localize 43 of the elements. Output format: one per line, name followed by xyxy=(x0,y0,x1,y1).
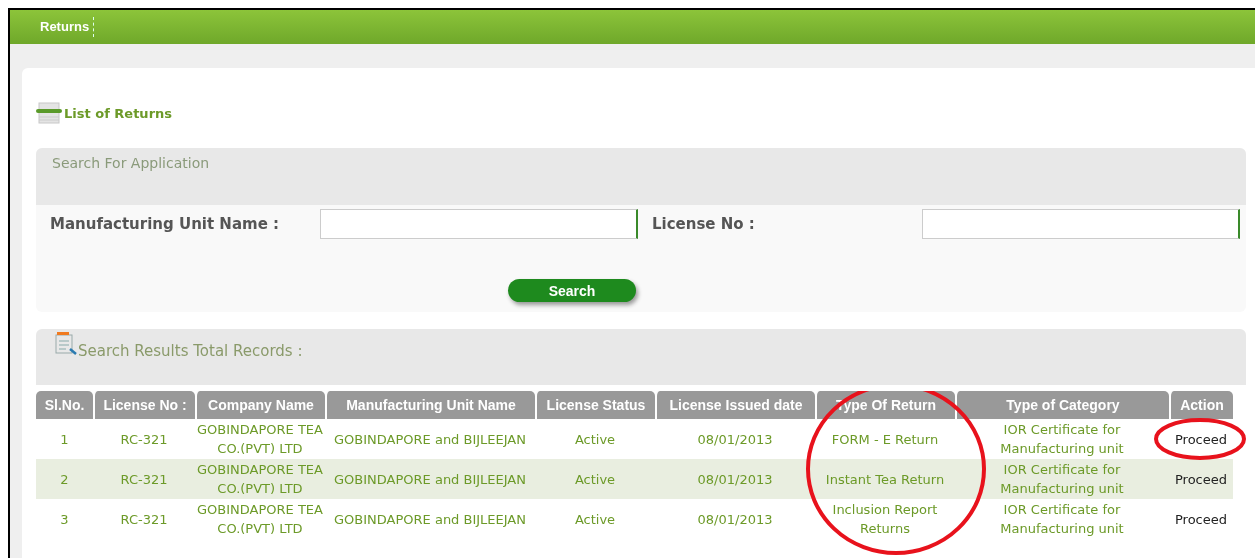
input-field[interactable] xyxy=(922,209,1240,239)
status-cell-text: Active xyxy=(573,430,617,449)
date-cell: 08/01/2013 xyxy=(655,459,815,499)
proceed-link[interactable]: Proceed xyxy=(1175,511,1227,527)
proceed-link[interactable]: Proceed xyxy=(1175,431,1227,447)
company-cell: GOBINDAPORE TEA CO.(PVT) LTD xyxy=(195,459,325,499)
date-cell-text: 08/01/2013 xyxy=(696,510,774,529)
license-cell: RC-321 xyxy=(93,459,195,499)
column-header: License Status xyxy=(535,391,655,419)
unit-cell: GOBINDAPORE and BIJLEEJAN xyxy=(325,459,535,499)
column-header: License Issued date xyxy=(655,391,815,419)
unit-cell-text: GOBINDAPORE and BIJLEEJAN xyxy=(333,510,527,529)
serial-cell-text: 3 xyxy=(59,510,70,529)
results-title: Search Results Total Records : xyxy=(78,342,303,360)
page-title: List of Returns xyxy=(64,105,173,121)
category-cell-text: IOR Certificate for Manufacturing unit xyxy=(999,501,1125,538)
return-type-cell-text: FORM - E Return xyxy=(830,430,940,449)
return-type-cell: Instant Tea Return xyxy=(815,459,955,499)
return-type-cell-text: Inclusion Report Returns xyxy=(831,501,939,538)
search-button[interactable]: Search xyxy=(508,279,636,302)
field-label: License No : xyxy=(652,215,756,233)
category-cell: IOR Certificate for Manufacturing unit xyxy=(955,459,1169,499)
field-label: Manufacturing Unit Name : xyxy=(50,215,281,233)
column-header: Manufacturing Unit Name xyxy=(325,391,535,419)
column-header: Type of Category xyxy=(955,391,1169,419)
serial-cell: 2 xyxy=(36,459,93,499)
input-field[interactable] xyxy=(320,209,638,239)
column-header: Action xyxy=(1169,391,1233,419)
status-cell-text: Active xyxy=(573,510,617,529)
license-cell-text: RC-321 xyxy=(119,510,169,529)
panel-title: Search For Application xyxy=(52,155,210,171)
unit-cell-text: GOBINDAPORE and BIJLEEJAN xyxy=(333,430,527,449)
list-icon xyxy=(36,102,62,124)
status-cell: Active xyxy=(535,459,655,499)
category-cell-text: IOR Certificate for Manufacturing unit xyxy=(999,421,1125,458)
serial-cell-text: 1 xyxy=(59,430,70,449)
company-cell-text: GOBINDAPORE TEA CO.(PVT) LTD xyxy=(196,501,324,538)
column-header: License No : xyxy=(93,391,195,419)
column-header: Company Name xyxy=(195,391,325,419)
column-header: Sl.No. xyxy=(36,391,93,419)
date-cell-text: 08/01/2013 xyxy=(696,430,774,449)
license-cell-text: RC-321 xyxy=(119,430,169,449)
company-cell-text: GOBINDAPORE TEA CO.(PVT) LTD xyxy=(196,421,324,458)
